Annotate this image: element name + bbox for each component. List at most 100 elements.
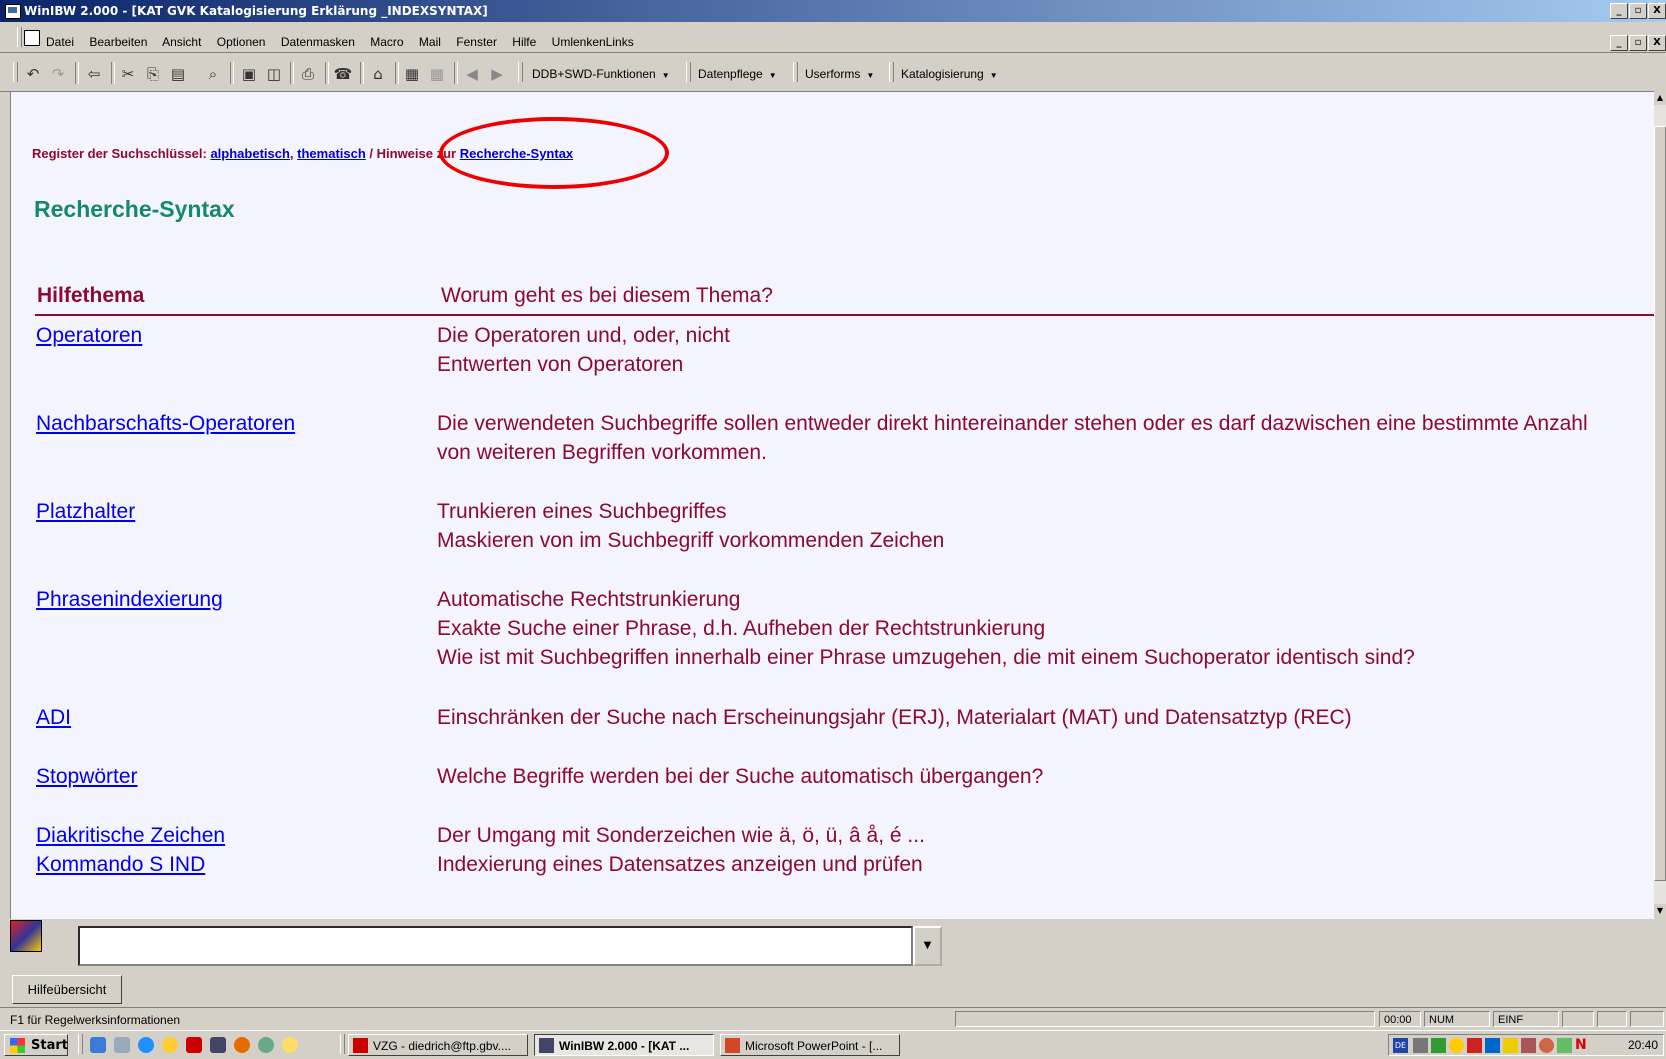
minimize-button[interactable]: _ [1610, 3, 1628, 19]
task-winibw[interactable]: WinIBW 2.000 - [KAT ... [534, 1034, 714, 1056]
topic-nachbarschafts-operatoren[interactable]: Nachbarschafts-Operatoren [36, 412, 295, 436]
find-icon[interactable]: ⌕ [203, 64, 223, 84]
tray-signal-icon[interactable] [1431, 1038, 1446, 1053]
form2-icon[interactable]: ▦ [427, 64, 447, 84]
quicklaunch-firefox-icon[interactable] [234, 1037, 250, 1053]
record-icon[interactable]: ▣ [239, 64, 259, 84]
command-area: ▼ [0, 918, 1666, 970]
quicklaunch-winibw-icon[interactable] [210, 1037, 226, 1053]
link-thematisch[interactable]: thematisch [297, 146, 366, 161]
topic-operatoren[interactable]: Operatoren [36, 324, 142, 348]
tray-shield-icon[interactable] [1449, 1038, 1464, 1053]
redo-icon[interactable]: ↷ [48, 64, 68, 84]
status-panel-extra [1562, 1011, 1594, 1027]
quicklaunch-sun-icon[interactable] [282, 1037, 298, 1053]
topic-kommando-s-ind[interactable]: Kommando S IND [36, 853, 205, 877]
status-panel-extra2 [1597, 1011, 1627, 1027]
topic-phrasenindexierung[interactable]: Phrasenindexierung [36, 588, 223, 612]
menu-umlenkenlinks[interactable]: UmlenkenLinks [552, 35, 634, 49]
document-icon[interactable] [24, 30, 40, 46]
toolbar-grip[interactable] [13, 62, 18, 82]
maximize-button[interactable]: ▫ [1629, 3, 1647, 19]
form-icon[interactable]: ▦ [402, 64, 422, 84]
copy-icon[interactable]: ⎘ [143, 64, 163, 84]
task-powerpoint[interactable]: Microsoft PowerPoint - [... [720, 1034, 900, 1056]
connect-icon[interactable]: ☎ [333, 64, 353, 84]
menu-fenster[interactable]: Fenster [456, 35, 497, 49]
tray-norton-icon[interactable]: N [1575, 1038, 1590, 1053]
topic-adi[interactable]: ADI [36, 706, 71, 730]
menubar-grip[interactable] [17, 27, 22, 47]
quicklaunch-desktop-icon[interactable] [90, 1037, 106, 1053]
app-logo-icon [10, 920, 42, 952]
tray-ati-icon[interactable] [1467, 1038, 1482, 1053]
desc-stopwoerter: Welche Begriffe werden bei der Suche aut… [437, 765, 1044, 788]
desc-kommando-s-ind: Indexierung eines Datensatzes anzeigen u… [437, 853, 923, 876]
doc-minimize-button[interactable]: _ [1610, 35, 1628, 51]
datenpflege-dropdown[interactable]: Datenpflege ▼ [694, 63, 781, 85]
status-bar: F1 für Regelwerksinformationen 00:00 NUM… [0, 1007, 1666, 1030]
prev-icon[interactable]: ◀ [462, 64, 482, 84]
doc-restore-button[interactable]: ▫ [1629, 35, 1647, 51]
ddb-swd-dropdown[interactable]: DDB+SWD-Funktionen ▼ [528, 63, 674, 85]
highlight-circle [439, 117, 669, 189]
next-icon[interactable]: ▶ [487, 64, 507, 84]
menu-mail[interactable]: Mail [419, 35, 441, 49]
menu-optionen[interactable]: Optionen [217, 35, 266, 49]
back-arrow-icon[interactable]: ⇦ [84, 64, 104, 84]
print-icon[interactable]: ⎙ [298, 64, 318, 84]
paste-icon[interactable]: ▤ [168, 64, 188, 84]
command-input[interactable] [78, 926, 913, 966]
app-icon [5, 4, 21, 19]
menu-ansicht[interactable]: Ansicht [162, 35, 201, 49]
book-icon[interactable]: ◫ [264, 64, 284, 84]
status-num: NUM [1424, 1011, 1490, 1027]
menu-hilfe[interactable]: Hilfe [512, 35, 536, 49]
page-title: Recherche-Syntax [34, 196, 235, 222]
scroll-up-icon[interactable]: ▲ [1654, 91, 1666, 105]
command-dropdown-icon[interactable]: ▼ [913, 926, 942, 966]
scroll-down-icon[interactable]: ▼ [1654, 904, 1666, 918]
header-divider [35, 314, 1655, 316]
scroll-thumb[interactable] [1654, 126, 1666, 881]
topic-stopwoerter[interactable]: Stopwörter [36, 765, 138, 789]
help-overview-button[interactable]: Hilfeübersicht [12, 975, 122, 1004]
quicklaunch-messenger-icon[interactable] [114, 1037, 130, 1053]
home-icon[interactable]: ⌂ [368, 64, 388, 84]
tray-virus-icon[interactable] [1539, 1038, 1554, 1053]
quicklaunch-other-icon[interactable] [258, 1037, 274, 1053]
close-button[interactable]: X [1648, 3, 1666, 19]
menu-bearbeiten[interactable]: Bearbeiten [89, 35, 147, 49]
language-icon[interactable]: DE [1393, 1038, 1408, 1053]
menu-macro[interactable]: Macro [370, 35, 403, 49]
quicklaunch-filezilla-icon[interactable] [186, 1037, 202, 1053]
start-button[interactable]: Start [4, 1034, 68, 1056]
topic-platzhalter[interactable]: Platzhalter [36, 500, 135, 524]
system-tray: DE N 20:40 [1388, 1034, 1664, 1056]
katalogisierung-dropdown[interactable]: Katalogisierung ▼ [897, 63, 1002, 85]
tray-network-icon[interactable] [1413, 1038, 1428, 1053]
quicklaunch-media-icon[interactable] [162, 1037, 178, 1053]
status-time: 00:00 [1379, 1011, 1421, 1027]
clock: 20:40 [1627, 1038, 1658, 1052]
quicklaunch-ie-icon[interactable] [138, 1037, 154, 1053]
userforms-dropdown[interactable]: Userforms ▼ [801, 63, 878, 85]
menu-bar: Datei Bearbeiten Ansicht Optionen Datenm… [0, 22, 1666, 53]
menu-datei[interactable]: Datei [46, 35, 74, 49]
tray-sync-icon[interactable] [1521, 1038, 1536, 1053]
vertical-scrollbar[interactable]: ▲ ▼ [1654, 91, 1666, 918]
cut-icon[interactable]: ✂ [118, 64, 138, 84]
window-title: WinIBW 2.000 - [KAT GVK Katalogisierung … [24, 4, 488, 18]
menu-datenmasken[interactable]: Datenmasken [281, 35, 355, 49]
tray-n-icon[interactable] [1485, 1038, 1500, 1053]
undo-icon[interactable]: ↶ [23, 64, 43, 84]
tray-lock-icon[interactable] [1503, 1038, 1518, 1053]
task-filezilla[interactable]: VZG - diedrich@ftp.gbv.... [348, 1034, 528, 1056]
filezilla-icon [353, 1038, 368, 1053]
powerpoint-icon [725, 1038, 740, 1053]
topic-diakritische-zeichen[interactable]: Diakritische Zeichen [36, 824, 225, 848]
winibw-icon [539, 1038, 554, 1053]
doc-close-button[interactable]: X [1648, 35, 1666, 51]
tray-update-icon[interactable] [1557, 1038, 1572, 1053]
link-alphabetisch[interactable]: alphabetisch [210, 146, 289, 161]
